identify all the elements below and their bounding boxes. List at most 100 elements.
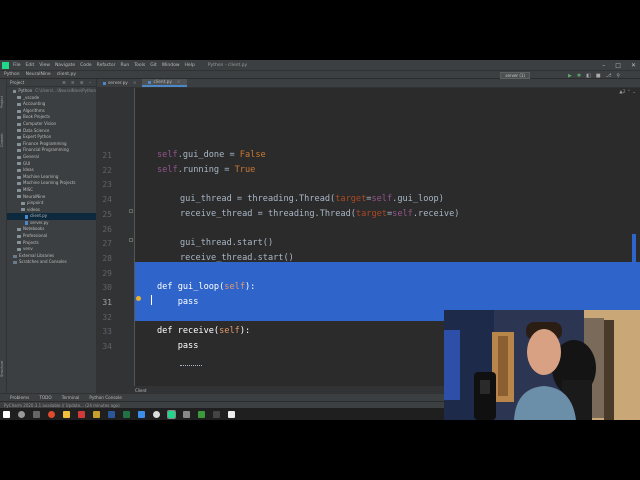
project-tree-item[interactable]: server.py (7, 220, 96, 227)
windows-start-icon[interactable] (3, 410, 10, 418)
structure-class-crumb[interactable]: Client (135, 388, 147, 393)
menu-view[interactable]: View (39, 63, 50, 68)
folder-icon[interactable] (93, 410, 100, 418)
project-tree-item[interactable]: Data Science (7, 128, 96, 135)
menu-help[interactable]: Help (185, 63, 195, 68)
project-panel-title[interactable]: Project (10, 80, 24, 85)
close-tab-icon[interactable]: × (133, 81, 137, 86)
inspection-widget[interactable]: ▲2 ⌃ ⌄ (619, 90, 636, 95)
stop-icon[interactable]: ■ (596, 73, 601, 79)
git-icon[interactable]: ⎇ (606, 73, 612, 79)
brave-icon[interactable] (78, 410, 85, 418)
project-tree-item[interactable]: NeuralNine (7, 194, 96, 201)
obs-icon[interactable] (153, 410, 160, 418)
project-tree-item[interactable]: General (7, 154, 96, 161)
browser-icon[interactable] (48, 410, 55, 418)
code-token: ): (245, 282, 256, 293)
task-view-icon[interactable] (33, 410, 40, 418)
menu-file[interactable]: File (13, 63, 21, 68)
app-icon[interactable] (183, 410, 190, 418)
tab-server-py[interactable]: server.py × (97, 79, 142, 87)
terminal-icon[interactable] (213, 410, 220, 418)
tree-item-label: Expert Python (23, 134, 52, 140)
panel-header-icons[interactable]: ⊕ ≡ ⚙ – (62, 80, 93, 85)
python-console-tool-tab[interactable]: Python Console (89, 395, 121, 400)
project-tree-item[interactable]: _vscode (7, 95, 96, 102)
commit-tool-tab[interactable]: Commit (0, 123, 7, 157)
debug-icon[interactable]: ✱ (577, 73, 581, 79)
breadcrumb-folder[interactable]: NeuralNine (26, 72, 51, 77)
project-tree-item[interactable]: Machine Learning (7, 174, 96, 181)
tree-item-label: Professional (23, 233, 48, 239)
tree-item-label: Financial Programming (23, 147, 69, 153)
project-tree-item[interactable]: Computer Vision (7, 121, 96, 128)
project-tree-item[interactable]: Notebooks (7, 226, 96, 233)
project-tree-item[interactable]: Financial Programming (7, 147, 96, 154)
code-token: True (234, 164, 256, 175)
project-tree-item[interactable]: MISC (7, 187, 96, 194)
run-config-select[interactable]: server (1) (500, 72, 530, 79)
line-number: 24 (102, 195, 112, 205)
breadcrumb-file[interactable]: client.py (57, 72, 76, 77)
search-icon[interactable] (18, 410, 25, 418)
project-tree-item[interactable]: venv (7, 246, 96, 253)
status-message[interactable]: PyCharm 2020.3.1 available // Update... … (4, 403, 120, 408)
project-tree-item[interactable]: Projects (7, 240, 96, 247)
tree-item-label: Book Projects (23, 114, 50, 120)
document-icon[interactable] (228, 410, 235, 418)
menu-run[interactable]: Run (121, 63, 130, 68)
terminal-tool-tab[interactable]: Terminal (62, 395, 80, 400)
project-tree-item[interactable]: videos (7, 207, 96, 214)
vscode-icon[interactable] (138, 410, 145, 418)
tab-client-py[interactable]: client.py × (142, 79, 187, 87)
excel-icon[interactable] (123, 410, 130, 418)
letterbox-bottom (0, 420, 640, 480)
project-tree-item[interactable]: Algorithms (7, 108, 96, 115)
minimize-icon[interactable]: – (602, 62, 605, 69)
lightbulb-icon[interactable] (136, 296, 141, 301)
maximize-icon[interactable]: □ (615, 62, 621, 69)
project-tree-item[interactable]: External Libraries (7, 253, 96, 260)
todo-tool-tab[interactable]: TODO (39, 395, 51, 400)
tree-root-path: C:\Users\...\NeuralNine\Python (35, 88, 96, 93)
file-explorer-icon[interactable] (63, 410, 70, 418)
fold-marker-icon[interactable] (129, 238, 133, 242)
word-icon[interactable] (108, 410, 115, 418)
project-tree-item[interactable]: Expert Python (7, 134, 96, 141)
pycharm-icon[interactable] (167, 409, 176, 419)
fold-marker-icon[interactable] (129, 209, 133, 213)
close-tab-icon[interactable]: × (177, 80, 181, 85)
project-tree-item[interactable]: Professional (7, 233, 96, 240)
project-tree-item[interactable]: Accounting (7, 101, 96, 108)
menu-refactor[interactable]: Refactor (97, 63, 116, 68)
project-tree-item[interactable]: Machine Learning Projects (7, 180, 96, 187)
menu-git[interactable]: Git (150, 63, 157, 68)
weak-warning-underline (180, 365, 202, 366)
breadcrumb-root[interactable]: Python (4, 72, 20, 77)
menu-tools[interactable]: Tools (134, 63, 145, 68)
line-number: 26 (102, 224, 112, 234)
project-tree-item[interactable]: pinpoint (7, 200, 96, 207)
menu-navigate[interactable]: Navigate (55, 63, 75, 68)
project-tool-tab[interactable]: Project (0, 87, 7, 117)
code-line: self.running = True (157, 165, 255, 175)
project-tree-item[interactable]: Book Projects (7, 114, 96, 121)
problems-tool-tab[interactable]: Problems (10, 395, 29, 400)
menu-edit[interactable]: Edit (26, 63, 35, 68)
project-tree-item[interactable]: Finance Programming (7, 141, 96, 148)
code-token: gui_thread = threading.Thread( (180, 194, 336, 205)
project-tree-item[interactable]: GUI (7, 161, 96, 168)
run-icon[interactable]: ▶ (568, 73, 572, 79)
menu-code[interactable]: Code (80, 63, 92, 68)
line-number: 23 (102, 180, 112, 190)
structure-tool-tab[interactable]: Structure (0, 349, 7, 389)
menu-window[interactable]: Window (162, 63, 180, 68)
close-icon[interactable]: ✕ (631, 62, 636, 69)
coverage-icon[interactable]: ◧ (586, 73, 591, 79)
search-icon[interactable]: ⚲ (616, 73, 620, 79)
notepad-icon[interactable] (198, 410, 205, 418)
project-tree-item[interactable]: Ideas (7, 167, 96, 174)
project-tree-item[interactable]: Python C:\Users\...\NeuralNine\Python (7, 88, 96, 95)
project-tree-item[interactable]: client.py (7, 213, 96, 220)
project-tree-item[interactable]: Scratches and Consoles (7, 259, 96, 266)
